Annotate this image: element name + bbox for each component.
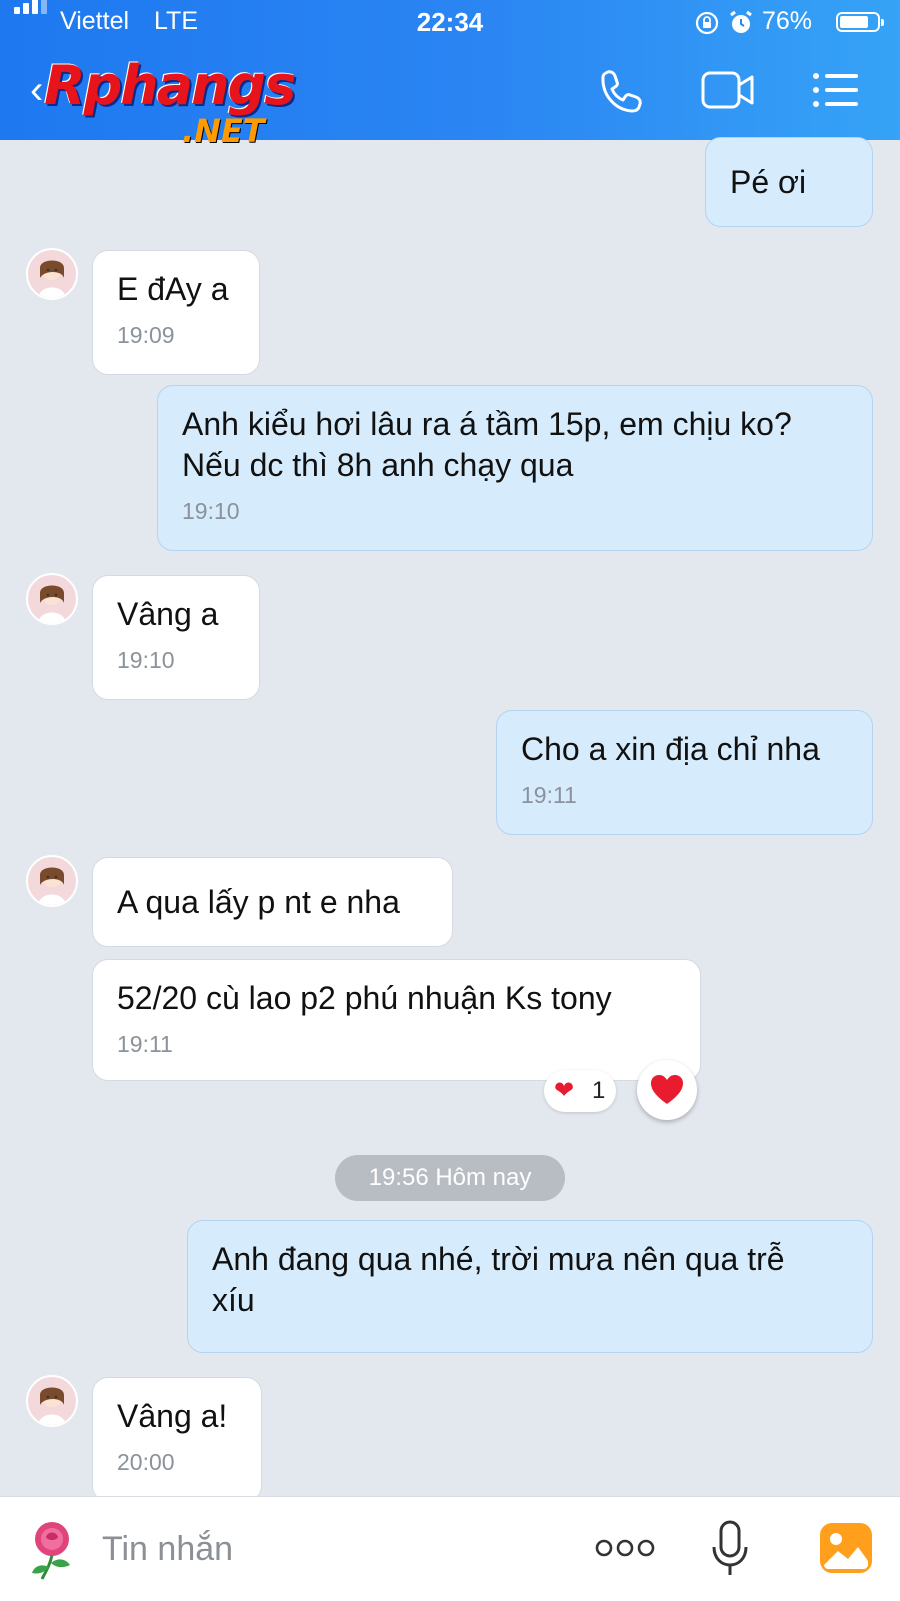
message-bubble-incoming[interactable]: E đAy a 19:09 (92, 250, 260, 375)
rose-sticker-icon[interactable] (22, 1519, 82, 1581)
message-text-line2: xíu (212, 1282, 255, 1318)
avatar[interactable] (26, 248, 78, 300)
phone-icon[interactable] (598, 66, 646, 114)
message-text: Cho a xin địa chỉ nha (521, 731, 820, 767)
menu-icon[interactable] (812, 72, 860, 108)
message-input-bar: Tin nhắn (0, 1496, 900, 1601)
message-text: E đAy a (117, 271, 229, 307)
message-text: 52/20 cù lao p2 phú nhuận Ks tony (117, 980, 612, 1016)
mic-icon[interactable] (710, 1519, 750, 1579)
message-time: 20:00 (117, 1449, 175, 1475)
battery-icon (836, 12, 884, 32)
message-input[interactable]: Tin nhắn (102, 1530, 233, 1569)
message-bubble-incoming[interactable]: Vâng a 19:10 (92, 575, 260, 700)
battery-percent: 76% (762, 7, 813, 35)
reaction-count: 1 (592, 1077, 606, 1104)
message-time: 19:11 (521, 782, 577, 808)
more-icon[interactable] (594, 1537, 656, 1559)
avatar[interactable] (26, 855, 78, 907)
message-text: Pé ơi (730, 164, 807, 200)
video-call-icon[interactable] (700, 70, 756, 110)
rotation-lock-icon (695, 11, 719, 35)
heart-icon: ❤ (554, 1077, 575, 1104)
message-bubble-outgoing[interactable]: Anh đang qua nhé, trời mưa nên qua trễ x… (187, 1220, 873, 1353)
message-text: Anh kiểu hơi lâu ra á tầm 15p, em chịu k… (182, 406, 792, 442)
message-bubble-incoming[interactable]: Vâng a! 20:00 (92, 1377, 262, 1502)
reaction-count-badge[interactable]: ❤ 1 (544, 1070, 616, 1112)
gallery-icon[interactable] (818, 1521, 874, 1575)
message-time: 19:10 (117, 647, 175, 673)
message-time: 19:11 (117, 1031, 173, 1057)
message-text: Vâng a! (117, 1398, 228, 1434)
date-divider: 19:56 Hôm nay (335, 1155, 565, 1201)
avatar[interactable] (26, 1375, 78, 1427)
status-bar: Viettel LTE 22:34 76% (0, 0, 900, 46)
message-bubble-outgoing[interactable]: Pé ơi (705, 137, 873, 227)
logo-watermark: Rphangs .NET (44, 54, 296, 151)
message-text-line2: Nếu dc thì 8h anh chạy qua (182, 447, 574, 483)
message-bubble-incoming[interactable]: A qua lấy p nt e nha (92, 857, 453, 947)
message-bubble-outgoing[interactable]: Anh kiểu hơi lâu ra á tầm 15p, em chịu k… (157, 385, 873, 551)
message-time: 19:10 (182, 498, 240, 524)
message-text: Anh đang qua nhé, trời mưa nên qua trễ (212, 1241, 785, 1277)
message-text: Vâng a (117, 596, 219, 632)
heart-icon (651, 1075, 683, 1104)
chat-header: Viettel LTE 22:34 76% ‹ Rphangs .NET (0, 0, 900, 151)
alarm-icon (730, 10, 752, 33)
message-text: A qua lấy p nt e nha (117, 884, 400, 920)
back-icon[interactable]: ‹ (30, 68, 43, 113)
message-time: 19:09 (117, 322, 175, 348)
message-bubble-outgoing[interactable]: Cho a xin địa chỉ nha 19:11 (496, 710, 873, 835)
avatar[interactable] (26, 573, 78, 625)
message-bubble-incoming[interactable]: 52/20 cù lao p2 phú nhuận Ks tony 19:11 (92, 959, 701, 1081)
react-button[interactable] (637, 1060, 697, 1120)
